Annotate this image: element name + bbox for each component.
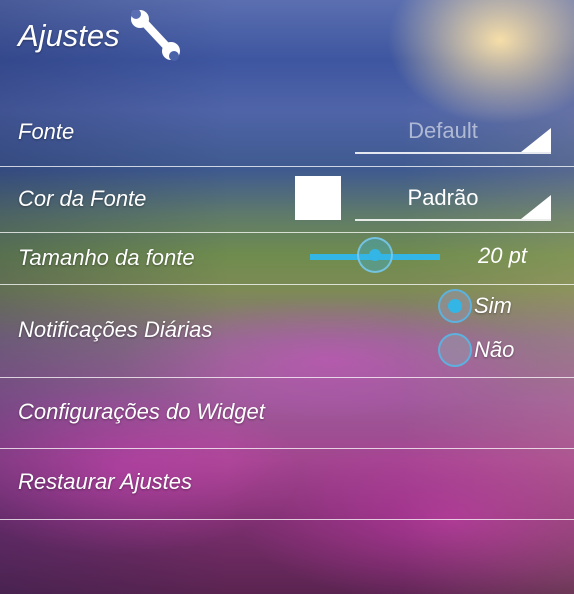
radio-button[interactable]	[438, 289, 472, 323]
font-size-slider[interactable]	[310, 236, 440, 276]
radio-sim[interactable]: Sim	[438, 289, 512, 323]
widget-settings-row[interactable]: Configurações do Widget	[0, 378, 574, 449]
wrench-icon	[130, 10, 180, 61]
font-spinner[interactable]: Default	[355, 112, 551, 154]
radio-nao-label: Não	[474, 337, 515, 362]
font-color-label: Cor da Fonte	[18, 186, 147, 211]
font-size-label: Tamanho da fonte	[18, 245, 195, 270]
font-label: Fonte	[18, 119, 75, 144]
restore-settings-row[interactable]: Restaurar Ajustes	[0, 449, 574, 520]
font-spinner-value: Default	[408, 118, 478, 143]
font-color-spinner[interactable]: Padrão	[355, 179, 551, 221]
radio-sim-label: Sim	[474, 293, 512, 318]
font-color-swatch[interactable]	[295, 176, 341, 220]
slider-thumb[interactable]	[357, 237, 393, 273]
font-color-row: Cor da Fonte Padrão	[0, 167, 574, 233]
radio-nao[interactable]: Não	[438, 333, 514, 367]
radio-button[interactable]	[438, 333, 472, 367]
restore-settings-label: Restaurar Ajustes	[18, 469, 193, 494]
dropdown-triangle-icon	[521, 128, 551, 152]
page-title: Ajustes	[18, 18, 120, 53]
daily-notifications-label: Notificações Diárias	[18, 317, 213, 342]
app-header: Ajustes	[18, 10, 180, 61]
font-size-value: 20 pt	[478, 243, 527, 268]
widget-settings-label: Configurações do Widget	[18, 399, 265, 424]
dropdown-triangle-icon	[521, 195, 551, 219]
font-color-spinner-value: Padrão	[407, 185, 479, 210]
font-row: Fonte Default	[0, 100, 574, 167]
